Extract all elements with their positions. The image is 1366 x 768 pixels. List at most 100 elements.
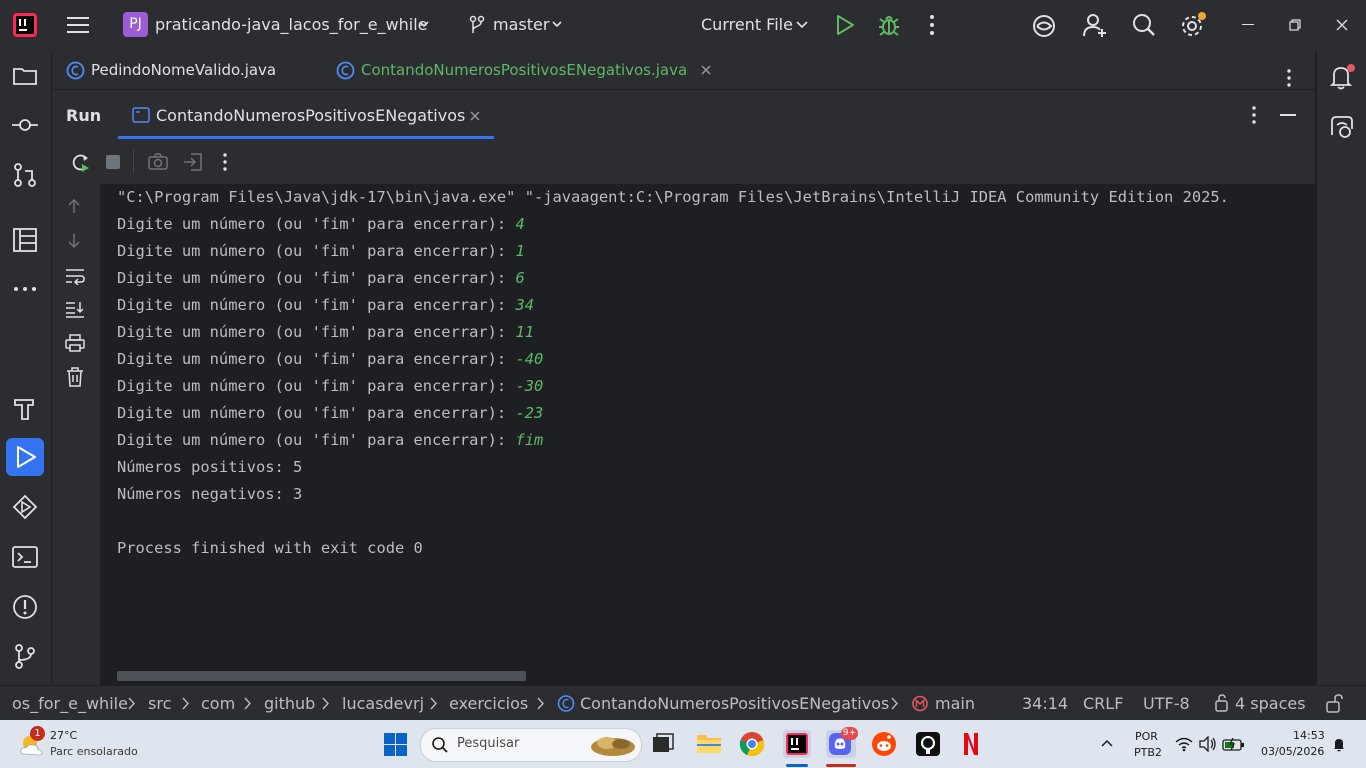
battery-icon[interactable] xyxy=(1222,736,1246,752)
ai-assistant-icon[interactable] xyxy=(1031,13,1057,39)
windows-start-icon[interactable] xyxy=(384,733,407,756)
console-prompt-line: Digite um número (ou 'fim' para encerrar… xyxy=(117,211,525,238)
scroll-up-icon[interactable] xyxy=(66,198,82,214)
problems-icon[interactable] xyxy=(11,593,39,621)
breadcrumb-item[interactable]: main xyxy=(935,686,975,721)
intellij-logo-icon[interactable] xyxy=(13,13,37,37)
scroll-down-icon[interactable] xyxy=(66,233,82,249)
taskbar-search[interactable]: Pesquisar xyxy=(420,728,642,762)
project-badge[interactable]: PJ xyxy=(123,12,148,37)
soft-wrap-icon[interactable] xyxy=(65,267,85,285)
java-class-icon xyxy=(336,61,355,80)
file-encoding[interactable]: UTF-8 xyxy=(1143,686,1190,721)
console-prompt-line: Digite um número (ou 'fim' para encerrar… xyxy=(117,265,525,292)
breadcrumb-item[interactable]: exercicios xyxy=(449,686,528,721)
console-negatives-line: Números negativos: 3 xyxy=(117,485,303,503)
more-actions-icon[interactable] xyxy=(928,14,936,36)
scroll-to-end-icon[interactable] xyxy=(65,300,85,318)
commit-icon[interactable] xyxy=(11,111,39,139)
readonly-lock-icon[interactable] xyxy=(1325,686,1345,721)
run-icon[interactable] xyxy=(835,14,855,36)
chrome-icon[interactable] xyxy=(739,731,765,757)
file-explorer-icon[interactable] xyxy=(696,731,722,755)
console-output[interactable]: "C:\Program Files\Java\jdk-17\bin\java.e… xyxy=(100,184,1315,685)
project-folder-icon[interactable] xyxy=(11,62,39,90)
rerun-icon[interactable] xyxy=(69,152,91,174)
close-tab-icon[interactable] xyxy=(701,65,711,75)
console-prompt-line: Digite um número (ou 'fim' para encerrar… xyxy=(117,319,534,346)
restore-icon[interactable] xyxy=(1289,19,1301,31)
line-separator[interactable]: CRLF xyxy=(1083,686,1123,721)
git-icon[interactable] xyxy=(11,642,39,670)
branch-icon[interactable] xyxy=(468,15,486,35)
indent-setting[interactable]: 4 spaces xyxy=(1235,686,1306,721)
close-tab-icon[interactable] xyxy=(470,111,480,121)
prompt-text: Digite um número (ou 'fim' para encerrar… xyxy=(117,431,516,449)
stop-icon[interactable] xyxy=(106,155,120,169)
pull-requests-icon[interactable] xyxy=(11,161,39,189)
breadcrumb-item[interactable]: src xyxy=(148,686,171,721)
branch-name[interactable]: master xyxy=(493,15,549,34)
attention-indicator xyxy=(826,764,856,767)
notification-center-icon[interactable] xyxy=(1332,737,1346,753)
github-icon[interactable] xyxy=(915,731,941,757)
keyboard-layout[interactable]: PTB2 xyxy=(1134,746,1162,759)
hide-panel-icon[interactable] xyxy=(1280,114,1296,116)
structure-icon[interactable] xyxy=(11,226,39,254)
java-class-icon xyxy=(557,686,575,721)
panel-options-icon[interactable] xyxy=(1251,106,1257,124)
debug-icon[interactable] xyxy=(877,13,901,37)
console-prompt-line: Digite um número (ou 'fim' para encerrar… xyxy=(117,346,543,373)
wifi-icon[interactable] xyxy=(1175,736,1193,752)
print-icon[interactable] xyxy=(65,334,85,352)
editor-tabs: PedindoNomeValido.java ContandoNumerosPo… xyxy=(52,51,1315,89)
horizontal-scrollbar[interactable] xyxy=(117,671,526,681)
breadcrumb-item[interactable]: github xyxy=(264,686,315,721)
netflix-icon[interactable] xyxy=(962,731,980,757)
keyboard-language[interactable]: POR xyxy=(1135,730,1158,743)
search-icon[interactable] xyxy=(1132,13,1156,37)
minimize-icon[interactable] xyxy=(1242,24,1254,25)
exit-icon[interactable] xyxy=(183,153,203,171)
toolbar-divider xyxy=(133,150,134,174)
more-tools-icon[interactable] xyxy=(11,275,39,303)
editor-tab-active[interactable]: ContandoNumerosPositivosENegativos.java xyxy=(336,51,711,89)
prompt-text: Digite um número (ou 'fim' para encerrar… xyxy=(117,377,516,395)
chevron-down-icon[interactable] xyxy=(418,18,430,30)
console-gutter xyxy=(52,184,100,685)
user-input: -40 xyxy=(515,350,544,368)
camera-icon[interactable] xyxy=(148,153,168,171)
intellij-taskbar-icon[interactable] xyxy=(783,730,811,758)
tab-actions-icon[interactable] xyxy=(1286,69,1292,87)
run-config-selector[interactable]: Current File xyxy=(701,15,793,34)
clock-date[interactable]: 03/05/2026 xyxy=(1261,745,1324,758)
settings-gear-icon[interactable] xyxy=(1180,12,1208,38)
reddit-icon[interactable] xyxy=(871,731,897,757)
services-icon[interactable] xyxy=(11,493,39,521)
chevron-down-icon[interactable] xyxy=(795,18,809,30)
clock-time[interactable]: 14:53 xyxy=(1293,729,1325,742)
clear-trash-icon[interactable] xyxy=(66,367,84,387)
notifications-bell-icon[interactable] xyxy=(1328,63,1356,91)
caret-position[interactable]: 34:14 xyxy=(1022,686,1068,721)
chevron-down-icon[interactable] xyxy=(551,18,563,30)
project-name[interactable]: praticando-java_lacos_for_e_while xyxy=(155,15,428,34)
main-menu-icon[interactable] xyxy=(67,15,89,35)
ai-chat-icon[interactable] xyxy=(1328,113,1356,141)
task-view-icon[interactable] xyxy=(651,732,675,756)
build-hammer-icon[interactable] xyxy=(11,394,39,422)
breadcrumb-item[interactable]: ContandoNumerosPositivosENegativos xyxy=(580,686,889,721)
chevron-up-icon[interactable] xyxy=(1100,737,1114,749)
editor-tab[interactable]: PedindoNomeValido.java xyxy=(66,51,276,89)
close-icon[interactable] xyxy=(1336,19,1348,31)
search-icon xyxy=(431,736,449,754)
breadcrumb-item[interactable]: os_for_e_while xyxy=(12,686,128,721)
breadcrumb-item[interactable]: lucasdevrj xyxy=(342,686,424,721)
run-tab[interactable]: ContandoNumerosPositivosENegativos xyxy=(118,90,494,140)
add-user-icon[interactable] xyxy=(1082,12,1108,38)
terminal-icon[interactable] xyxy=(11,543,39,571)
run-tool-button[interactable] xyxy=(6,438,44,476)
volume-icon[interactable] xyxy=(1199,736,1217,752)
more-actions-icon[interactable] xyxy=(222,153,228,171)
breadcrumb-item[interactable]: com xyxy=(201,686,235,721)
